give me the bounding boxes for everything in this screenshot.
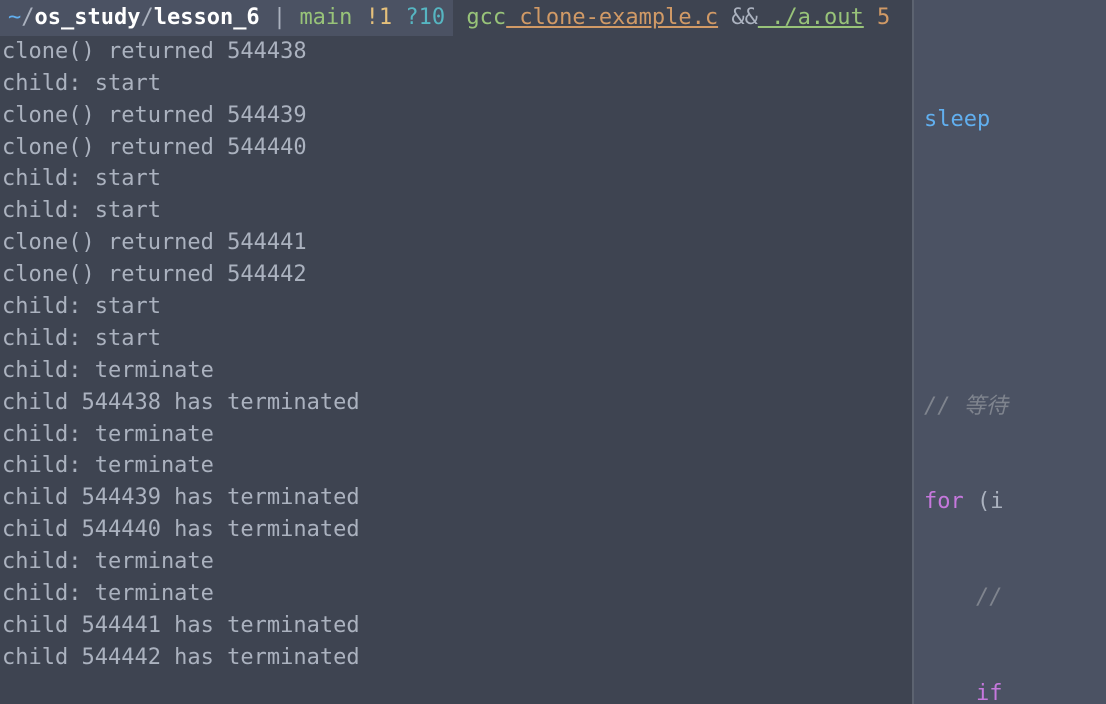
path-dir-2: lesson_6 [154, 5, 260, 30]
output-line: child 544442 has terminated [0, 642, 912, 674]
output-line: child: terminate [0, 419, 912, 451]
command-input[interactable]: gcc clone-example.c && ./a.out 5 [453, 5, 890, 30]
output-line: clone() returned 544439 [0, 100, 912, 132]
cmd-run: ./a.out [758, 5, 864, 30]
output-line: child: start [0, 291, 912, 323]
code-blank [924, 295, 1106, 327]
path-dir-1: os_study [35, 5, 141, 30]
git-untracked: ?10 [392, 5, 445, 30]
output-line: child: terminate [0, 355, 912, 387]
output-line: child 544438 has terminated [0, 387, 912, 419]
output-line: clone() returned 544442 [0, 259, 912, 291]
terminal-pane[interactable]: ~/os_study/lesson_6 | main !1 ?10 gcc cl… [0, 0, 912, 704]
output-line: child 544440 has terminated [0, 514, 912, 546]
output-line: clone() returned 544438 [0, 36, 912, 68]
code-line: sleep [924, 104, 1106, 136]
output-line: child: start [0, 323, 912, 355]
output-line: child: start [0, 163, 912, 195]
output-line: child: start [0, 68, 912, 100]
prompt-pipe: | [260, 5, 300, 30]
output-line: child: terminate [0, 450, 912, 482]
path-sep: / [21, 5, 34, 30]
code-line: // [924, 582, 1106, 614]
prompt-segment: ~/os_study/lesson_6 | main !1 ?10 [0, 0, 453, 36]
code-blank [924, 199, 1106, 231]
output-line: child: terminate [0, 546, 912, 578]
git-staged: !1 [352, 5, 392, 30]
output-line: child 544441 has terminated [0, 610, 912, 642]
prompt-wrapper: ~/os_study/lesson_6 | main !1 ?10 gcc cl… [0, 0, 912, 36]
path-tilde: ~ [8, 5, 21, 30]
output-line: child: start [0, 195, 912, 227]
code-pane[interactable]: sleep // 等待 for (i // if pr } // 回收 for … [914, 0, 1106, 704]
output-line: clone() returned 544441 [0, 227, 912, 259]
path-sep-2: / [140, 5, 153, 30]
output-line: clone() returned 544440 [0, 132, 912, 164]
output-line: child 544439 has terminated [0, 482, 912, 514]
output-line: child: terminate [0, 578, 912, 610]
code-line: // 等待 [924, 391, 1106, 423]
cmd-num: 5 [864, 5, 891, 30]
git-branch: main [299, 5, 352, 30]
code-line: if [924, 678, 1106, 704]
cmd-and: && [718, 5, 758, 30]
code-line: for (i [924, 486, 1106, 518]
cmd-gcc: gcc [466, 5, 506, 30]
cmd-file: clone-example.c [506, 5, 718, 30]
